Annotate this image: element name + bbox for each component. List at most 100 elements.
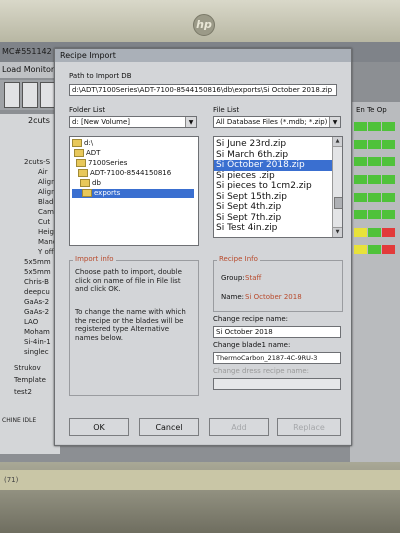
add-button[interactable]: Add: [209, 418, 269, 436]
change-recipe-input[interactable]: Si October 2018: [213, 326, 341, 338]
tree-item[interactable]: 2cuts-S: [24, 158, 50, 166]
file-item[interactable]: Si March 6th.zip: [214, 150, 332, 161]
folder-item[interactable]: d:\: [72, 139, 93, 148]
file-filter-select[interactable]: All Database Files (*.mdb; *.zip) ▼: [213, 116, 341, 128]
status-cell: [368, 227, 381, 237]
right-grid-header: En Te Op: [356, 106, 387, 114]
status-cell: [382, 174, 395, 184]
change-dress-input[interactable]: [213, 378, 341, 390]
tree-item[interactable]: Template: [14, 376, 46, 384]
tree-item[interactable]: Cam: [38, 208, 54, 216]
status-cell: [354, 192, 367, 202]
import-info-text: To change the name with which the recipe…: [75, 308, 186, 342]
file-item[interactable]: Si June 23rd.zip: [214, 139, 332, 150]
name-label: Name:: [221, 293, 245, 301]
status-cell: [368, 192, 381, 202]
folder-icon: [80, 179, 90, 187]
scroll-up-icon[interactable]: ▲: [333, 137, 342, 147]
menu-load-monitor[interactable]: Load Monitor: [0, 62, 62, 78]
file-item[interactable]: Si pieces to 1cm2.zip: [214, 181, 332, 192]
change-dress-label: Change dress recipe name:: [213, 367, 310, 375]
status-grid: [354, 122, 395, 262]
tree-item[interactable]: Cut: [38, 218, 50, 226]
status-cell: [382, 192, 395, 202]
scroll-thumb[interactable]: [334, 197, 342, 209]
file-item[interactable]: Si Sept 15th.zip: [214, 192, 332, 203]
tree-item[interactable]: Y off: [38, 248, 54, 256]
status-cell: [382, 157, 395, 167]
folder-list-label: Folder List: [69, 106, 106, 114]
dialog-title: Recipe Import: [55, 49, 351, 62]
monitor-bezel-bottom: (71): [0, 462, 400, 533]
drive-select-value: d: [New Volume]: [72, 118, 131, 126]
tree-item[interactable]: Align: [38, 188, 56, 196]
tree-item[interactable]: Air: [38, 168, 48, 176]
bezel-text: (71): [4, 476, 19, 484]
toolbar-tool-icon[interactable]: [4, 82, 20, 108]
status-cell: [354, 245, 367, 255]
dialog-body: Path to Import DB d:\ADT\7100Series\ADT-…: [55, 62, 351, 444]
path-field[interactable]: d:\ADT\7100Series\ADT-7100-8544150816\db…: [69, 84, 337, 96]
folder-item[interactable]: 7100Series: [76, 159, 127, 168]
status-cell: [354, 227, 367, 237]
file-list[interactable]: Si June 23rd.zip Si March 6th.zip Si Oct…: [213, 136, 343, 238]
status-cell: [368, 210, 381, 220]
drive-select[interactable]: d: [New Volume] ▼: [69, 116, 197, 128]
tree-item[interactable]: LAO: [24, 318, 38, 326]
file-item[interactable]: Si pieces .zip: [214, 171, 332, 182]
folder-icon: [72, 139, 82, 147]
file-item[interactable]: Si Sept 4th.zip: [214, 202, 332, 213]
tree-item[interactable]: Heig: [38, 228, 54, 236]
folder-icon: [76, 159, 86, 167]
ok-button[interactable]: OK: [69, 418, 129, 436]
status-cell: [368, 157, 381, 167]
change-recipe-label: Change recipe name:: [213, 315, 289, 323]
folder-icon: [74, 149, 84, 157]
tree-item[interactable]: Chris-B: [24, 278, 49, 286]
recipe-info-title: Recipe Info: [217, 255, 260, 263]
folder-item[interactable]: ADT: [74, 149, 100, 158]
folder-item[interactable]: ADT-7100-8544150816: [78, 169, 171, 178]
tree-item[interactable]: 5x5mm: [24, 268, 51, 276]
file-item-selected[interactable]: Si October 2018.zip: [214, 160, 332, 171]
tree-item[interactable]: Moham: [24, 328, 50, 336]
tree-item[interactable]: GaAs-2: [24, 308, 49, 316]
change-blade-label: Change blade1 name:: [213, 341, 291, 349]
name-value: Si October 2018: [245, 293, 302, 301]
tree-item[interactable]: test2: [14, 388, 32, 396]
toolbar-chart-icon[interactable]: [22, 82, 38, 108]
file-list-scrollbar[interactable]: ▲ ▼: [332, 137, 342, 237]
replace-button[interactable]: Replace: [277, 418, 341, 436]
folder-item[interactable]: db: [80, 179, 101, 188]
tab-2cuts[interactable]: 2cuts: [28, 116, 50, 125]
status-cell: [368, 174, 381, 184]
file-item[interactable]: Si Sept 7th.zip: [214, 213, 332, 224]
tree-item[interactable]: singlec: [24, 348, 49, 356]
recipe-import-dialog: Recipe Import Path to Import DB d:\ADT\7…: [54, 48, 352, 446]
screen: MC#551142 (sw Load Monitor 2cuts 2cuts-S…: [0, 42, 400, 462]
tree-item[interactable]: 5x5mm: [24, 258, 51, 266]
folder-open-icon: [82, 189, 92, 197]
folder-list[interactable]: d:\ ADT 7100Series ADT-7100-8544150816 d…: [69, 136, 199, 246]
group-label: Group:: [221, 274, 245, 282]
tree-item[interactable]: Si-4in-1: [24, 338, 51, 346]
tree-item[interactable]: GaAs-2: [24, 298, 49, 306]
file-item[interactable]: Si Test 4in.zip: [214, 223, 332, 234]
status-cell: [354, 210, 367, 220]
group-value: Staff: [245, 274, 262, 282]
status-cell: [382, 210, 395, 220]
tree-item[interactable]: Strukov: [14, 364, 41, 372]
chevron-down-icon[interactable]: ▼: [329, 117, 340, 127]
status-cell: [382, 139, 395, 149]
change-blade-input[interactable]: ThermoCarbon_2187-4C-9RU-3: [213, 352, 341, 364]
tree-item[interactable]: deepcu: [24, 288, 50, 296]
cancel-button[interactable]: Cancel: [139, 418, 199, 436]
folder-item-selected[interactable]: exports: [72, 189, 194, 198]
chevron-down-icon[interactable]: ▼: [185, 117, 196, 127]
scroll-down-icon[interactable]: ▼: [333, 227, 342, 237]
status-cell: [354, 157, 367, 167]
path-label: Path to Import DB: [69, 72, 132, 80]
status-cell: [354, 122, 367, 131]
tree-item[interactable]: Align: [38, 178, 56, 186]
import-info-title: Import info: [73, 255, 116, 263]
